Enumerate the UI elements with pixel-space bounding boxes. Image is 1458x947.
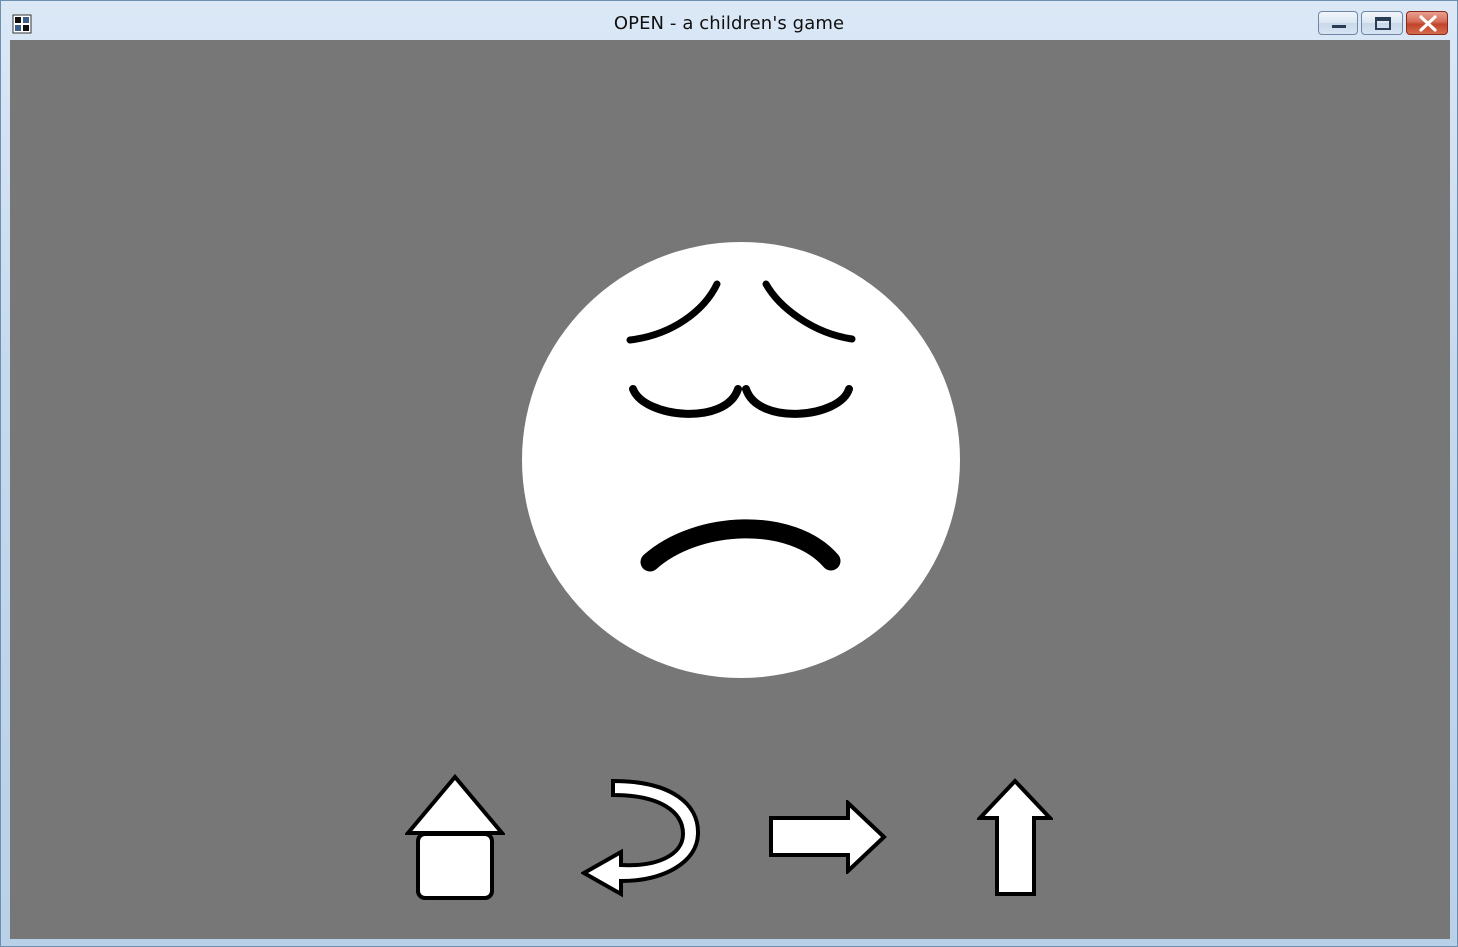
minimize-button[interactable] [1318,11,1358,35]
face-circle [522,242,960,678]
maximize-icon [1375,17,1391,30]
window-title: OPEN - a children's game [613,13,845,34]
minimize-icon [1332,25,1346,28]
curved-back-arrow-icon[interactable] [581,777,703,899]
right-arrow-icon[interactable] [768,800,888,874]
close-button[interactable] [1406,11,1448,35]
home-icon[interactable] [405,774,505,902]
title-bar[interactable]: OPEN - a children's game [1,1,1457,39]
close-icon [1419,15,1437,32]
up-arrow-icon[interactable] [977,778,1053,898]
app-window: OPEN - a children's game [0,0,1458,947]
maximize-button[interactable] [1361,11,1403,35]
game-canvas [10,40,1450,939]
sad-face [522,242,960,678]
